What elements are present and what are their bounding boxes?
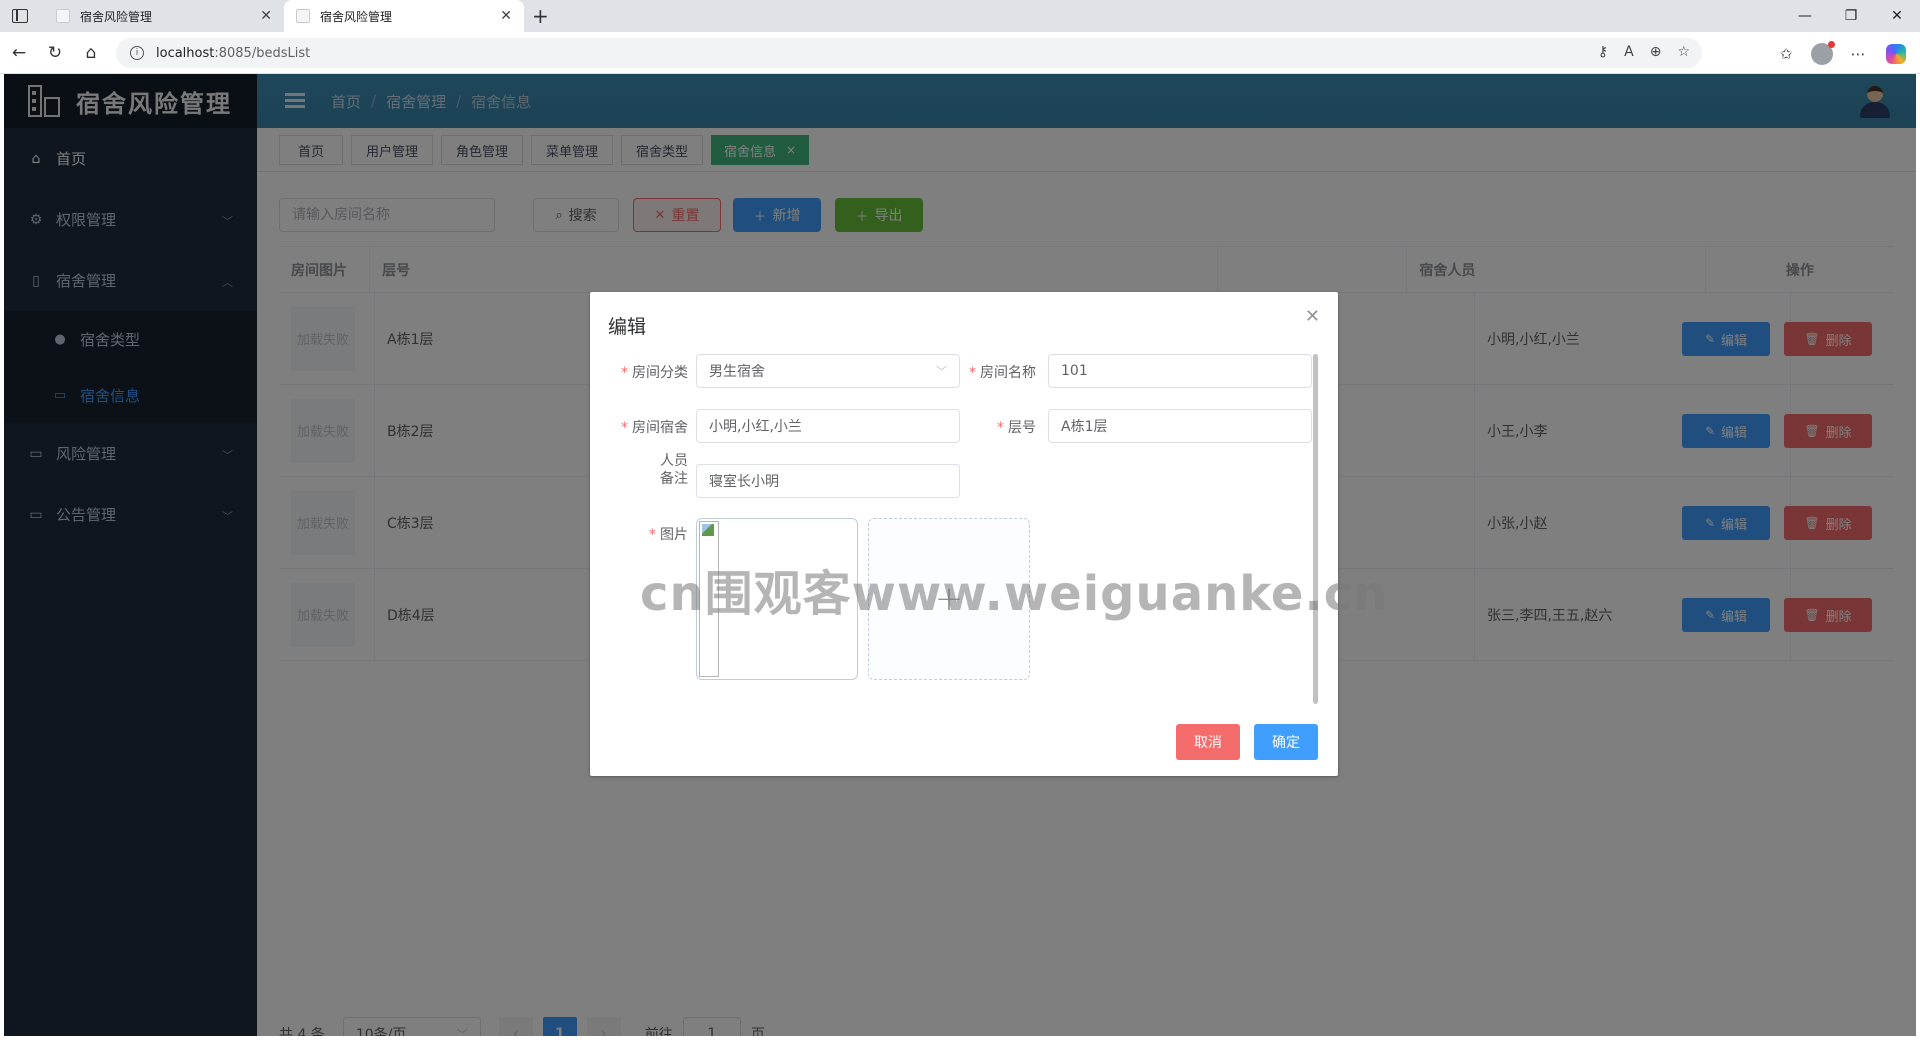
dorm-people-input[interactable]: 小明,小红,小兰	[696, 409, 960, 443]
field-label: 人员	[660, 453, 688, 469]
favorite-star-icon[interactable]: ☆	[1677, 44, 1690, 60]
watermark: cn围观客www.weiguanke.cn	[640, 566, 1389, 622]
close-tab-icon[interactable]: ✕	[260, 8, 272, 24]
restore-icon[interactable]: ❐	[1828, 0, 1874, 32]
field-label: 图片	[660, 527, 688, 543]
tab-actions-icon[interactable]	[12, 9, 28, 23]
more-menu-icon[interactable]: ⋯	[1846, 42, 1870, 66]
profile-icon[interactable]	[1810, 41, 1835, 66]
home-icon[interactable]: ⌂	[80, 42, 102, 64]
confirm-button[interactable]: 确定	[1254, 724, 1318, 760]
close-icon[interactable]: ✕	[1305, 306, 1320, 327]
image-label: * 图片	[608, 526, 688, 544]
browser-tab-title: 宿舍风险管理	[80, 9, 153, 24]
edit-dialog: 编辑 ✕ * 房间分类 男生宿舍 ﹀ * 房间名称 101 * 房间宿舍 小明,小红,…	[590, 292, 1338, 776]
minimize-icon[interactable]: —	[1782, 0, 1828, 32]
key-icon[interactable]: ⚷	[1598, 44, 1608, 60]
browser-tab-1[interactable]: 宿舍风险管理 ✕	[44, 0, 284, 32]
room-name-label: * 房间名称	[956, 364, 1036, 382]
field-label: 房间分类	[632, 365, 688, 381]
read-aloud-icon[interactable]: A	[1624, 44, 1634, 60]
field-label: 房间名称	[980, 365, 1036, 381]
field-label: 房间宿舍	[632, 420, 688, 436]
url-path: :8085/bedsList	[214, 45, 311, 61]
url-field[interactable]: i localhost:8085/bedsList ⚷ A ⊕ ☆	[116, 38, 1702, 68]
site-info-icon[interactable]: i	[130, 46, 144, 60]
required-mark: *	[621, 420, 628, 436]
field-label: 备注	[660, 471, 688, 487]
field-label: 层号	[1008, 420, 1036, 436]
app-window: 宿舍风险管理 ⌂ 首页 ⚙ 权限管理 ﹀ ▯ 宿舍管理 ︿ ● 宿舍类型 ▭ 宿…	[4, 74, 1916, 1036]
favorites-icon[interactable]: ✩	[1774, 42, 1798, 66]
browser-tab-title: 宿舍风险管理	[320, 9, 393, 24]
room-type-label: * 房间分类	[608, 364, 688, 382]
required-mark: *	[997, 420, 1004, 436]
close-window-icon[interactable]: ✕	[1874, 0, 1920, 32]
new-tab-icon[interactable]: +	[532, 4, 549, 28]
dialog-title: 编辑	[608, 316, 647, 338]
chevron-down-icon: ﹀	[936, 365, 947, 378]
floor-input[interactable]: A栋1层	[1048, 409, 1312, 443]
required-mark: *	[649, 527, 656, 543]
required-mark: *	[969, 365, 976, 381]
browser-tab-bar: 宿舍风险管理 ✕ 宿舍风险管理 ✕ + — ❐ ✕	[0, 0, 1920, 32]
back-icon[interactable]: ←	[8, 42, 30, 64]
favicon-icon	[296, 9, 310, 23]
close-tab-icon[interactable]: ✕	[500, 8, 512, 24]
room-name-input[interactable]: 101	[1048, 354, 1312, 388]
browser-tab-2[interactable]: 宿舍风险管理 ✕	[284, 0, 524, 32]
favicon-icon	[56, 9, 70, 23]
note-label: 人员 备注	[608, 452, 688, 488]
floor-label: * 层号	[956, 419, 1036, 437]
dorm-people-label: * 房间宿舍	[608, 419, 688, 437]
reload-icon[interactable]: ↻	[44, 42, 66, 64]
dialog-scrollbar[interactable]	[1313, 354, 1318, 704]
select-value: 男生宿舍	[709, 364, 765, 380]
browser-address-bar: ← ↻ ⌂ i localhost:8085/bedsList ⚷ A ⊕ ☆ …	[0, 32, 1920, 74]
required-mark: *	[621, 365, 628, 381]
copilot-icon[interactable]	[1884, 42, 1908, 66]
note-input[interactable]: 寝室长小明	[696, 464, 960, 498]
cancel-button[interactable]: 取消	[1176, 724, 1240, 760]
zoom-icon[interactable]: ⊕	[1650, 44, 1662, 60]
room-type-select[interactable]: 男生宿舍 ﹀	[696, 354, 960, 388]
url-host: localhost	[156, 45, 215, 61]
